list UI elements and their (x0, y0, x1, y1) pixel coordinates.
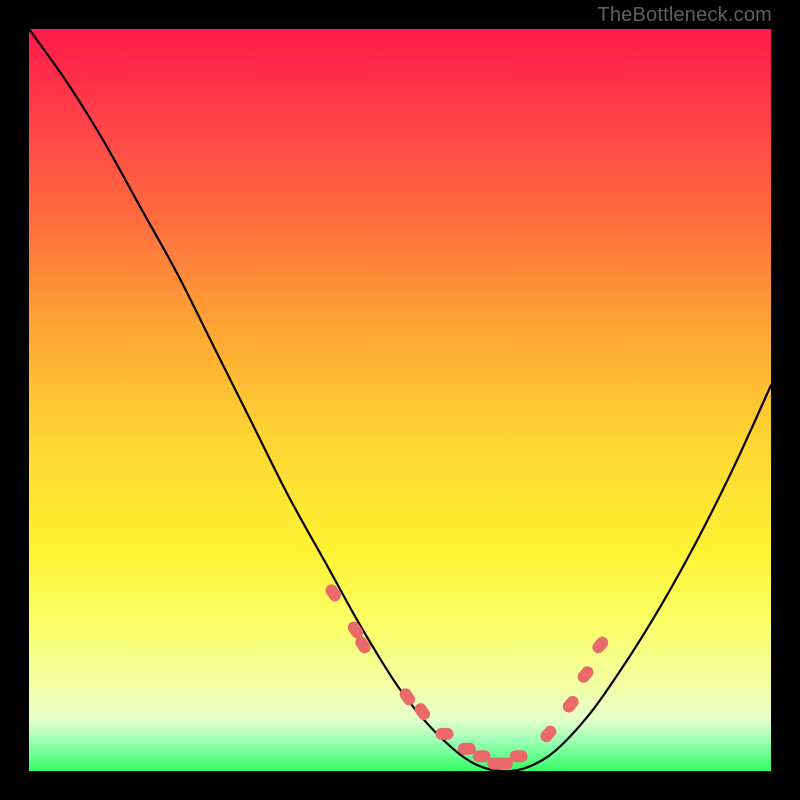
highlight-dot (495, 758, 513, 770)
bottleneck-curve (29, 29, 771, 771)
highlight-dot (510, 750, 528, 762)
highlight-dot (575, 664, 596, 686)
highlight-dot (560, 693, 581, 715)
highlight-dot (458, 743, 476, 755)
highlight-dots (323, 582, 611, 770)
chart-frame: TheBottleneck.com (0, 0, 800, 800)
highlight-dot (436, 728, 454, 740)
highlight-dot (473, 750, 491, 762)
watermark-text: TheBottleneck.com (597, 4, 772, 27)
curve-svg (29, 29, 771, 771)
highlight-dot (323, 582, 343, 604)
plot-area (29, 29, 771, 771)
highlight-dot (590, 634, 611, 656)
highlight-dot (412, 701, 432, 723)
highlight-dot (538, 723, 559, 745)
